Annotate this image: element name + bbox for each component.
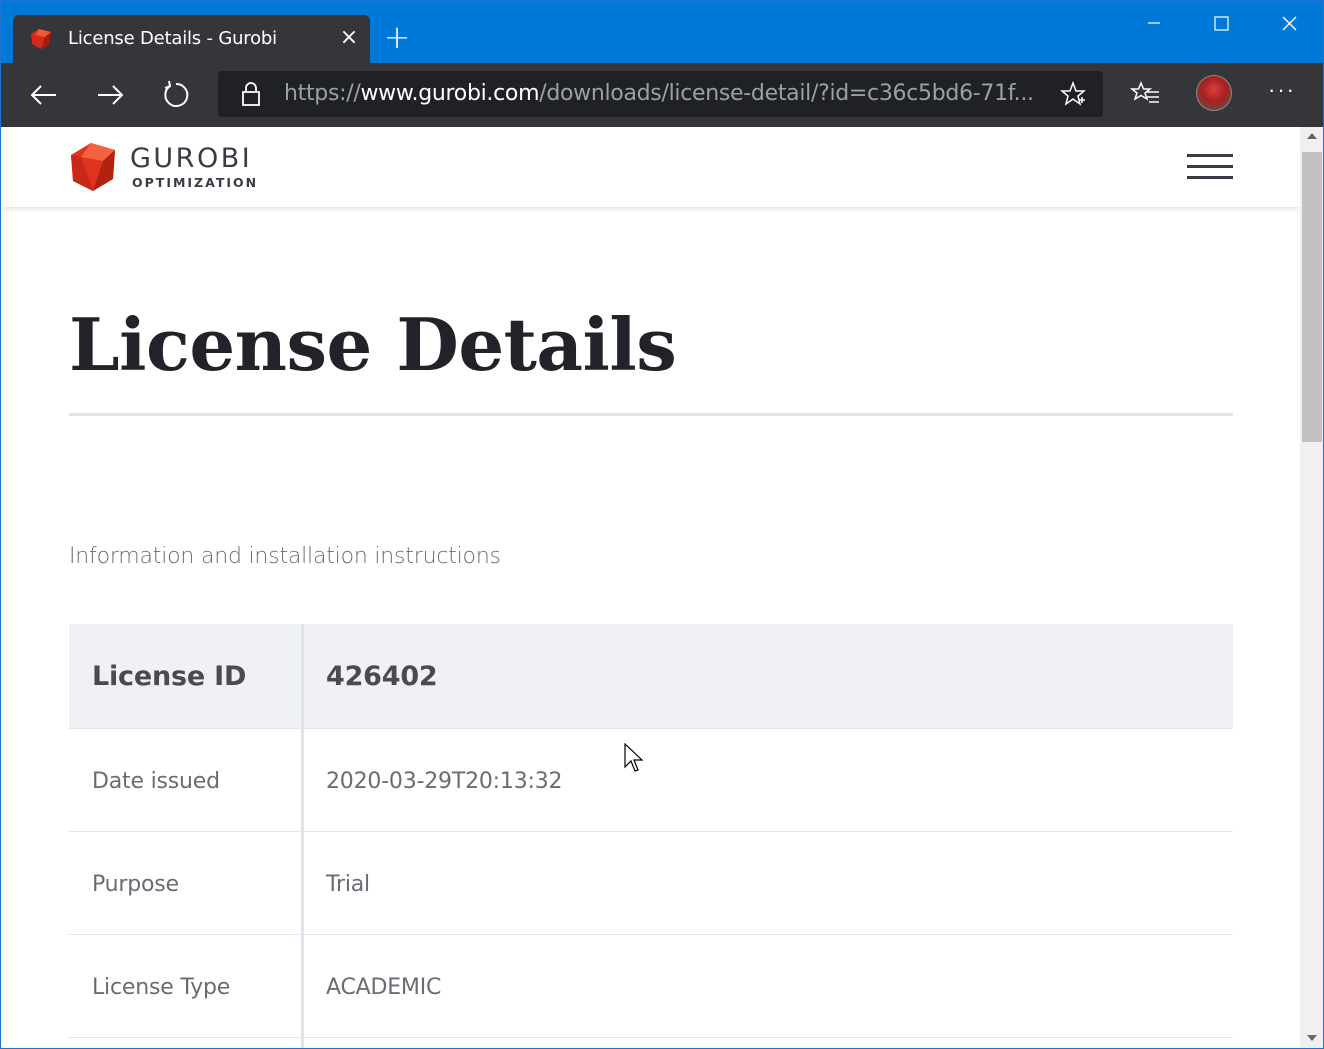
vertical-scrollbar[interactable] [1300,127,1323,1048]
tab-bar: License Details - Gurobi × + [1,1,1323,63]
brand-subtitle[interactable]: OPTIMIZATION [132,175,258,190]
site-header: GUROBI OPTIMIZATION [2,127,1300,207]
page-title: License Details [69,302,677,387]
tab-close-icon[interactable]: × [337,26,361,50]
scroll-up-arrow-icon[interactable] [1307,133,1317,139]
tab-title: License Details - Gurobi [68,28,277,49]
minimize-icon[interactable] [1134,11,1174,39]
url-text[interactable]: https://www.gurobi.com/downloads/license… [284,81,1034,106]
menu-hamburger-icon[interactable] [1187,154,1233,180]
page-subtitle: Information and installation instruction… [69,544,501,569]
gurobi-logo-icon[interactable] [69,141,119,193]
row-value: 2020-03-29T20:13:32 [326,769,563,794]
maximize-icon[interactable] [1201,11,1241,39]
row-value: Trial [326,872,370,897]
menu-line [1187,165,1233,168]
new-tab-icon[interactable]: + [381,21,413,53]
menu-line [1187,154,1233,157]
table-row: License ID 426402 [69,624,1233,729]
profile-avatar[interactable] [1196,75,1232,111]
table-row: Date issued 2020-03-29T20:13:32 [69,729,1233,832]
gurobi-favicon-icon [31,29,51,49]
table-row: License Type ACADEMIC [69,935,1233,1038]
menu-line [1187,176,1233,179]
scroll-down-arrow-icon[interactable] [1307,1035,1317,1041]
address-bar[interactable]: https://www.gurobi.com/downloads/license… [218,71,1103,117]
page-viewport: GUROBI OPTIMIZATION License Details Info… [2,127,1300,1048]
url-host: www.gurobi.com [360,81,540,106]
row-label: Date issued [92,769,220,794]
row-label: Purpose [92,872,179,897]
url-scheme: https:// [284,81,361,106]
row-value: 426402 [326,661,438,692]
url-path: /downloads/license-detail/?id=c36c5bd6-7… [539,81,1034,106]
window-close-icon[interactable] [1269,11,1309,39]
favorites-list-icon[interactable] [1130,80,1162,110]
column-divider [301,624,304,1048]
browser-tab[interactable]: License Details - Gurobi × [13,15,370,63]
mouse-cursor-icon [624,743,644,772]
forward-arrow-icon[interactable] [92,77,128,113]
browser-window: License Details - Gurobi × + https://www… [0,0,1324,1049]
row-label: License ID [92,661,247,692]
table-row: Purpose Trial [69,832,1233,935]
license-details-table: License ID 426402 Date issued 2020-03-29… [69,624,1233,1048]
favorite-star-icon[interactable] [1060,81,1086,107]
row-label: License Type [92,975,231,1000]
browser-toolbar: https://www.gurobi.com/downloads/license… [1,63,1323,127]
row-value: ACADEMIC [326,975,442,1000]
scrollbar-thumb[interactable] [1302,152,1322,442]
refresh-icon[interactable] [158,77,194,113]
back-arrow-icon[interactable] [26,77,62,113]
lock-icon[interactable] [240,81,262,107]
title-divider [69,413,1233,416]
more-options-icon[interactable]: ··· [1268,77,1296,103]
brand-name[interactable]: GUROBI [130,143,252,174]
